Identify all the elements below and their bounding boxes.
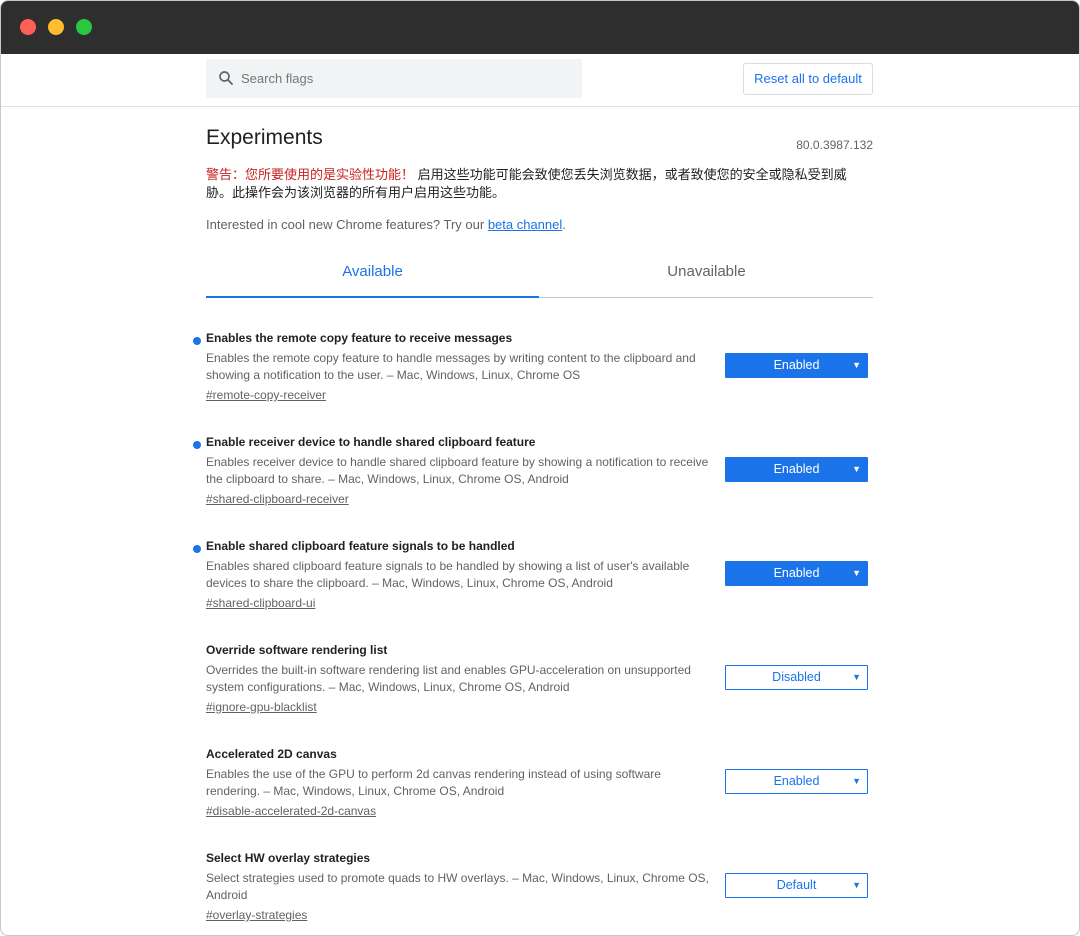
modified-indicator <box>193 545 201 553</box>
flag-item: Enable receiver device to handle shared … <box>193 435 873 525</box>
flag-state-select[interactable]: Default ▼ <box>725 873 868 898</box>
title-bar <box>1 1 1079 54</box>
beta-note-text: Interested in cool new Chrome features? … <box>206 217 488 232</box>
flag-state-value: Enabled <box>773 774 820 788</box>
flag-permalink[interactable]: #shared-clipboard-receiver <box>206 492 349 506</box>
flag-description: Enables the use of the GPU to perform 2d… <box>206 767 661 798</box>
flag-state-select[interactable]: Enabled ▼ <box>725 457 868 482</box>
beta-channel-link[interactable]: beta channel <box>488 217 562 232</box>
tab-bar: Available Unavailable <box>206 248 873 298</box>
search-box[interactable] <box>206 59 582 98</box>
dropdown-arrow-icon: ▼ <box>852 880 861 890</box>
flag-state-value: Enabled <box>773 566 820 580</box>
flag-item: Enable shared clipboard feature signals … <box>193 539 873 629</box>
warning-text: 警告：您所要使用的是实验性功能！ 启用这些功能可能会致使您丢失浏览数据，或者致使… <box>206 166 871 202</box>
tab-available[interactable]: Available <box>206 248 539 298</box>
flag-item: Accelerated 2D canvas Enables the use of… <box>206 747 873 837</box>
flag-state-value: Enabled <box>773 462 820 476</box>
flag-description: Overrides the built-in software renderin… <box>206 663 691 694</box>
flag-title: Enables the remote copy feature to recei… <box>206 331 513 345</box>
page-title: Experiments <box>206 126 323 149</box>
flag-permalink[interactable]: #remote-copy-receiver <box>206 388 326 402</box>
search-input[interactable] <box>241 59 571 98</box>
flag-description: Enables shared clipboard feature signals… <box>206 559 690 590</box>
flag-permalink[interactable]: #disable-accelerated-2d-canvas <box>206 804 376 818</box>
modified-indicator <box>193 337 201 345</box>
flag-description: Enables receiver device to handle shared… <box>206 455 709 486</box>
flag-state-select[interactable]: Enabled ▼ <box>725 353 868 378</box>
close-window-button[interactable] <box>20 19 36 35</box>
flag-item: Enables the remote copy feature to recei… <box>193 331 873 421</box>
browser-window: Reset all to default Experiments 80.0.39… <box>0 0 1080 936</box>
version-label: 80.0.3987.132 <box>796 138 873 152</box>
flag-title: Enable receiver device to handle shared … <box>206 435 536 449</box>
warning-label: 警告：您所要使用的是实验性功能！ <box>206 167 415 182</box>
main-content: Experiments 80.0.3987.132 警告：您所要使用的是实验性功… <box>1 108 1079 935</box>
flag-title: Select HW overlay strategies <box>206 851 371 865</box>
maximize-window-button[interactable] <box>76 19 92 35</box>
flag-state-select[interactable]: Enabled ▼ <box>725 561 868 586</box>
flag-permalink[interactable]: #overlay-strategies <box>206 908 307 922</box>
flags-header: Reset all to default <box>1 54 1079 107</box>
beta-note-suffix: . <box>562 217 566 232</box>
flag-state-value: Disabled <box>772 670 821 684</box>
dropdown-arrow-icon: ▼ <box>852 568 861 578</box>
flag-item: Override software rendering list Overrid… <box>206 643 873 733</box>
flag-state-value: Default <box>776 878 817 892</box>
dropdown-arrow-icon: ▼ <box>852 776 861 786</box>
modified-indicator <box>193 441 201 449</box>
dropdown-arrow-icon: ▼ <box>852 464 861 474</box>
flag-title: Accelerated 2D canvas <box>206 747 337 761</box>
search-icon <box>219 71 233 85</box>
flag-description: Select strategies used to promote quads … <box>206 871 709 902</box>
flag-item: Select HW overlay strategies Select stra… <box>206 851 873 935</box>
flag-description: Enables the remote copy feature to handl… <box>206 351 696 382</box>
flag-title: Enable shared clipboard feature signals … <box>206 539 515 553</box>
tab-unavailable[interactable]: Unavailable <box>540 248 873 297</box>
flag-state-value: Enabled <box>773 358 820 372</box>
flag-title: Override software rendering list <box>206 643 388 657</box>
minimize-window-button[interactable] <box>48 19 64 35</box>
reset-all-button[interactable]: Reset all to default <box>743 63 873 95</box>
flag-permalink[interactable]: #shared-clipboard-ui <box>206 596 315 610</box>
flag-state-select[interactable]: Disabled ▼ <box>725 665 868 690</box>
beta-channel-note: Interested in cool new Chrome features? … <box>206 217 566 232</box>
dropdown-arrow-icon: ▼ <box>852 360 861 370</box>
flag-permalink[interactable]: #ignore-gpu-blacklist <box>206 700 317 714</box>
dropdown-arrow-icon: ▼ <box>852 672 861 682</box>
flag-state-select[interactable]: Enabled ▼ <box>725 769 868 794</box>
